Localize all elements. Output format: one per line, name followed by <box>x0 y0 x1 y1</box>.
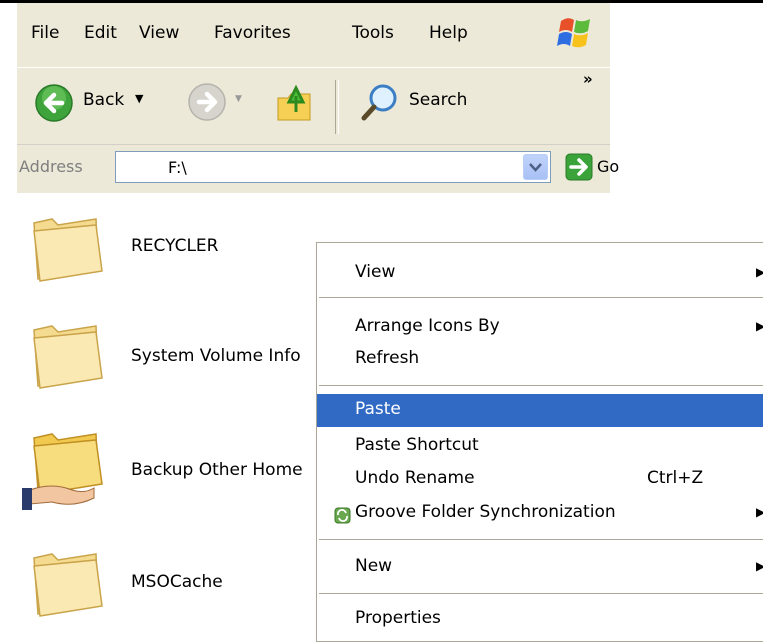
groove-sync-icon <box>334 507 351 524</box>
folder-label[interactable]: RECYCLER <box>131 236 218 256</box>
standard-toolbar: Back ▼ ▼ Search » <box>17 67 610 145</box>
menu-item-label: Arrange Icons By <box>355 316 500 336</box>
go-button-label[interactable]: Go <box>597 157 619 176</box>
menu-help[interactable]: Help <box>429 23 468 43</box>
menu-item-label: New <box>355 556 393 576</box>
folder-icon[interactable] <box>22 205 112 285</box>
back-dropdown-icon[interactable]: ▼ <box>135 92 143 105</box>
toolbar-overflow-chevron[interactable]: » <box>583 70 593 88</box>
menu-item-refresh[interactable]: Refresh <box>317 341 763 377</box>
menu-item-paste-shortcut[interactable]: Paste Shortcut <box>317 428 763 464</box>
folder-icon[interactable] <box>22 312 112 392</box>
menu-view[interactable]: View <box>139 23 179 43</box>
submenu-arrow-icon: ▶ <box>756 559 763 573</box>
back-button-label[interactable]: Back <box>83 90 124 110</box>
folder-icon[interactable] <box>22 540 112 620</box>
submenu-arrow-icon: ▶ <box>756 505 763 519</box>
chevron-down-icon <box>529 163 542 172</box>
address-value[interactable]: F:\ <box>168 158 187 177</box>
search-button-label[interactable]: Search <box>409 90 467 110</box>
menu-item-label: Groove Folder Synchronization <box>355 502 616 522</box>
folder-up-icon[interactable] <box>274 82 316 124</box>
menu-favorites[interactable]: Favorites <box>214 23 291 43</box>
menu-divider <box>319 297 763 298</box>
menu-item-arrange-icons-by[interactable]: Arrange Icons By ▶ <box>317 309 763 345</box>
back-arrow-icon[interactable] <box>34 83 74 123</box>
context-menu: View ▶ Arrange Icons By ▶ Refresh Paste … <box>316 242 763 642</box>
toolbar-separator <box>335 80 339 134</box>
address-bar: Address F:\ Go <box>17 144 619 193</box>
forward-dropdown-icon: ▼ <box>235 94 242 104</box>
menu-item-label: View <box>355 262 396 282</box>
submenu-arrow-icon: ▶ <box>756 319 763 333</box>
address-dropdown-button[interactable] <box>523 154 548 180</box>
search-icon[interactable] <box>359 81 401 123</box>
menu-item-properties[interactable]: Properties <box>317 601 763 637</box>
menu-divider <box>319 539 763 540</box>
menu-item-shortcut: Ctrl+Z <box>647 468 704 488</box>
menu-item-undo-rename[interactable]: Undo Rename Ctrl+Z <box>317 461 763 497</box>
menu-divider <box>319 593 763 594</box>
menu-divider <box>319 385 763 386</box>
address-input[interactable]: F:\ <box>115 151 551 183</box>
submenu-arrow-icon: ▶ <box>756 265 763 279</box>
address-label: Address <box>19 157 83 176</box>
folder-label[interactable]: MSOCache <box>131 572 223 592</box>
menu-item-groove-folder-sync[interactable]: Groove Folder Synchronization ▶ <box>317 495 763 531</box>
menu-file[interactable]: File <box>31 23 59 43</box>
menu-item-view[interactable]: View ▶ <box>317 255 763 291</box>
menu-edit[interactable]: Edit <box>84 23 117 43</box>
shared-folder-icon[interactable] <box>22 424 112 516</box>
menu-item-label: Paste <box>355 399 401 419</box>
menu-item-label: Properties <box>355 608 441 628</box>
menu-bar: File Edit View Favorites Tools Help <box>17 3 610 67</box>
menu-tools[interactable]: Tools <box>352 23 394 43</box>
go-arrow-icon[interactable] <box>565 153 593 181</box>
folder-label[interactable]: Backup Other Home <box>131 460 303 480</box>
menu-item-label: Paste Shortcut <box>355 435 479 455</box>
menu-item-label: Undo Rename <box>355 468 475 488</box>
forward-arrow-icon <box>188 83 226 121</box>
menu-item-paste[interactable]: Paste <box>317 394 763 427</box>
windows-logo-icon <box>557 18 590 48</box>
menu-item-label: Refresh <box>355 348 420 368</box>
folder-label[interactable]: System Volume Info <box>131 346 301 366</box>
menu-item-new[interactable]: New ▶ <box>317 549 763 585</box>
